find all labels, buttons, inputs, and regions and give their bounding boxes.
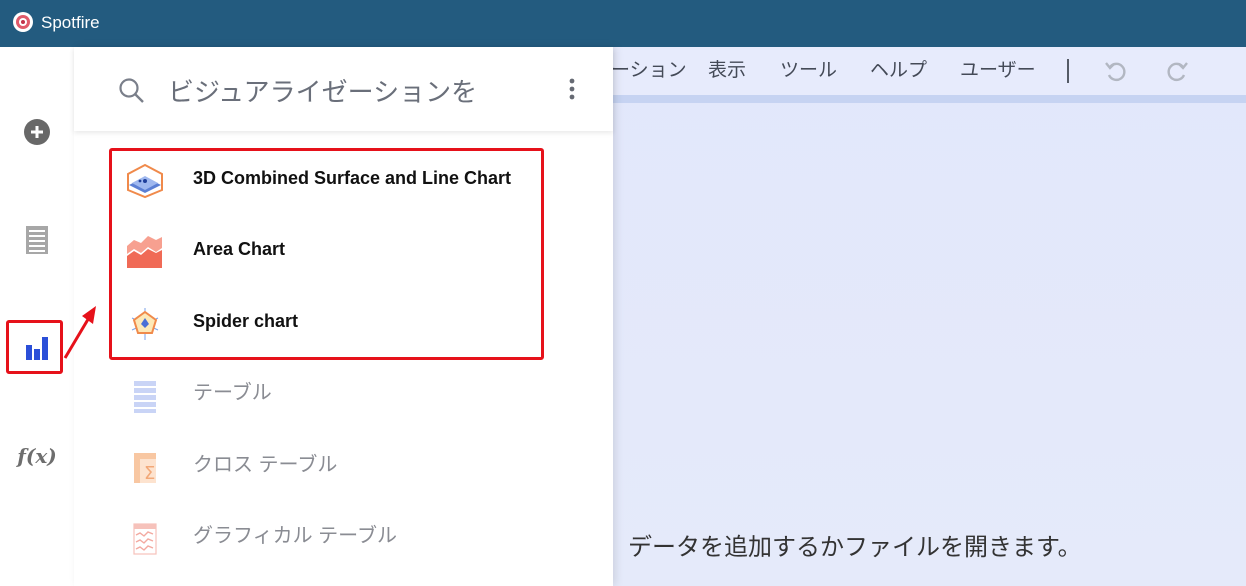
graphical-table-icon bbox=[133, 523, 157, 555]
redo-icon[interactable] bbox=[1164, 58, 1190, 84]
recent-items-highlight bbox=[109, 148, 544, 360]
menu-tools[interactable]: ツール bbox=[780, 59, 837, 83]
menu-separator bbox=[1067, 59, 1069, 83]
viz-item-label: テーブル bbox=[193, 382, 272, 404]
table-icon bbox=[134, 381, 156, 413]
title-bar: Spotfire bbox=[0, 0, 1246, 47]
menu-visualization[interactable]: ーション bbox=[611, 59, 687, 83]
visualization-icon-highlight bbox=[6, 320, 63, 374]
menu-user[interactable]: ユーザー bbox=[960, 59, 1036, 83]
viz-item-label: クロス テーブル bbox=[193, 454, 338, 476]
viz-item-graphical-table[interactable]: グラフィカル テーブル bbox=[74, 509, 613, 565]
add-icon[interactable] bbox=[22, 117, 52, 147]
empty-state-message: 、データを追加するかファイルを開きます。 bbox=[604, 534, 1082, 561]
viz-item-label: グラフィカル テーブル bbox=[193, 525, 397, 547]
search-bar bbox=[74, 47, 613, 131]
spotfire-logo-icon bbox=[13, 12, 33, 32]
more-options-icon[interactable] bbox=[566, 77, 578, 101]
search-input[interactable] bbox=[166, 73, 490, 111]
undo-icon[interactable] bbox=[1103, 58, 1129, 84]
app-title: Spotfire bbox=[41, 13, 100, 32]
visualization-flyout: 3D Combined Surface and Line Chart Area … bbox=[74, 47, 613, 586]
menu-view[interactable]: 表示 bbox=[708, 59, 746, 83]
svg-text:Σ: Σ bbox=[144, 463, 155, 484]
cross-table-icon: Σ bbox=[134, 453, 156, 484]
search-icon bbox=[119, 78, 144, 103]
menu-help[interactable]: ヘルプ bbox=[870, 59, 927, 83]
viz-item-cross-table[interactable]: Σ クロス テーブル bbox=[74, 438, 613, 494]
annotation-arrow-icon bbox=[63, 306, 96, 359]
function-icon[interactable]: f(x) bbox=[16, 441, 58, 471]
viz-item-table[interactable]: テーブル bbox=[74, 366, 613, 422]
data-table-icon[interactable] bbox=[23, 224, 51, 256]
